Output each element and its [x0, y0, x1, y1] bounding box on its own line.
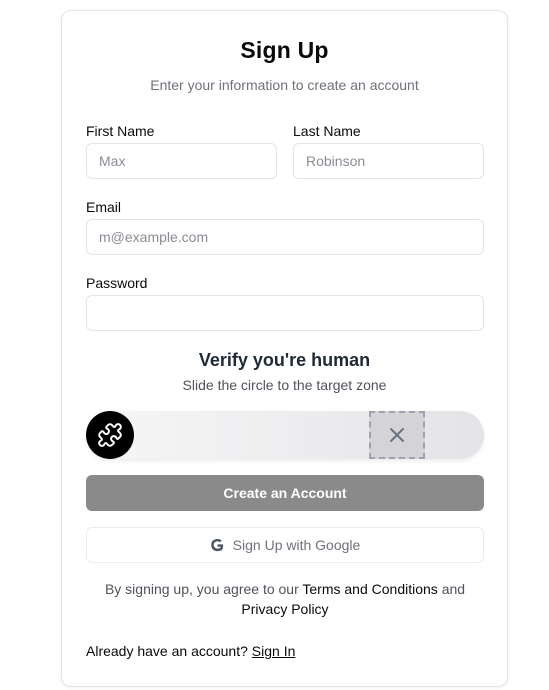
close-icon	[390, 428, 404, 442]
last-name-label: Last Name	[293, 123, 361, 139]
privacy-link[interactable]: Privacy Policy	[241, 601, 328, 617]
signup-card: Sign Up Enter your information to create…	[61, 10, 508, 687]
terms-link[interactable]: Terms and Conditions	[302, 581, 437, 597]
google-signup-label: Sign Up with Google	[232, 537, 361, 553]
email-label: Email	[86, 199, 122, 215]
google-icon	[210, 538, 223, 551]
terms-conjunction: and	[441, 581, 466, 597]
puzzle-icon	[98, 423, 122, 447]
captcha-subtitle: Slide the circle to the target zone	[182, 377, 387, 393]
google-signup-button[interactable]: Sign Up with Google	[86, 527, 484, 563]
password-input[interactable]	[86, 295, 484, 331]
captcha-target-zone	[369, 411, 425, 459]
terms-notice: By signing up, you agree to our Terms an…	[86, 579, 484, 619]
signin-prompt-text: Already have an account?	[86, 643, 248, 659]
first-name-label: First Name	[86, 123, 155, 139]
email-input[interactable]	[86, 219, 484, 255]
password-label: Password	[86, 275, 148, 291]
page-subtitle: Enter your information to create an acco…	[150, 77, 419, 93]
last-name-input[interactable]	[293, 143, 484, 179]
create-account-button[interactable]: Create an Account	[86, 475, 484, 511]
captcha-title: Verify you're human	[198, 350, 371, 370]
signin-prompt: Already have an account? Sign In	[86, 643, 295, 659]
captcha-slider-track[interactable]	[86, 411, 484, 459]
captcha-slider-handle[interactable]	[86, 411, 134, 459]
signin-link[interactable]: Sign In	[252, 643, 296, 659]
page-title: Sign Up	[240, 37, 329, 63]
terms-prefix: By signing up, you agree to our	[104, 581, 299, 597]
first-name-input[interactable]	[86, 143, 277, 179]
